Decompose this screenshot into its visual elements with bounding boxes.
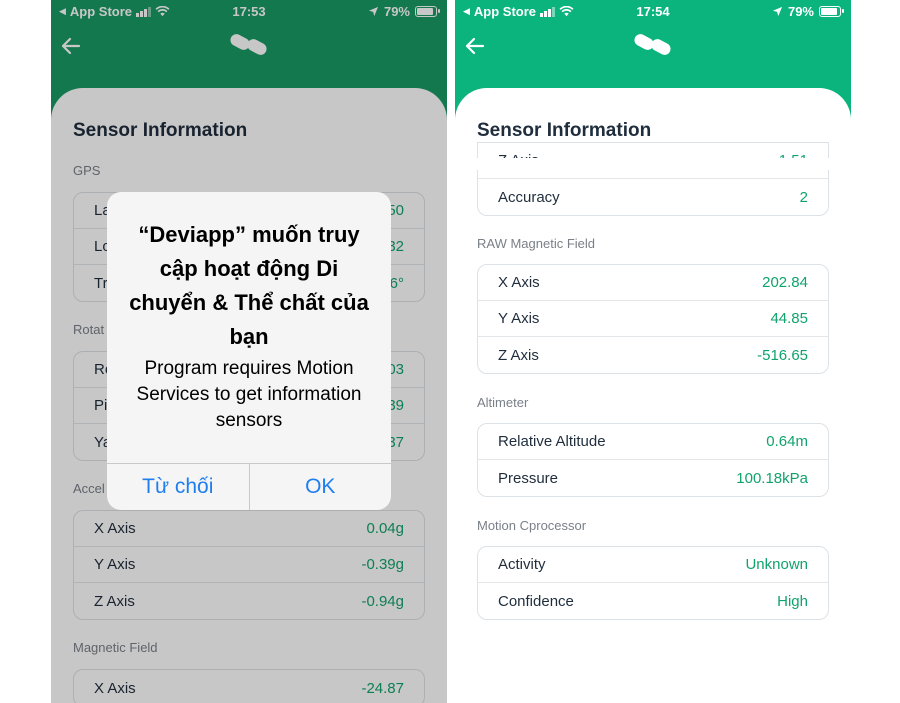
arrow-left-icon[interactable] bbox=[463, 34, 487, 58]
ok-button[interactable]: OK bbox=[248, 464, 392, 510]
scroll-edge-mask bbox=[455, 158, 851, 170]
raw-magnetic-list: X Axis 202.84 Y Axis 44.85 Z Axis -516.65 bbox=[477, 264, 829, 374]
section-raw-magnetic-field: RAW Magnetic Field bbox=[477, 236, 595, 251]
altimeter-list: Relative Altitude 0.64m Pressure 100.18kPa bbox=[477, 423, 829, 497]
list-item: Z Axis -516.65 bbox=[498, 346, 808, 364]
dialog-title: “Deviapp” muốn truy cập hoạt động Di chu… bbox=[129, 222, 369, 349]
permission-dialog: “Deviapp” muốn truy cập hoạt động Di chu… bbox=[107, 192, 391, 510]
dialog-message: Program requires Motion Services to get … bbox=[136, 358, 362, 431]
list-item: Activity Unknown bbox=[478, 547, 828, 583]
phone-screen-left: ◀ App Store 17:53 79% Sensor Information… bbox=[51, 0, 447, 703]
orientation-list: Z Axis1.51 Accuracy2 bbox=[477, 142, 829, 216]
page-title: Sensor Information bbox=[477, 120, 652, 141]
list-item: Y Axis 44.85 bbox=[478, 301, 828, 337]
dialog-buttons: Từ chối OK bbox=[107, 463, 391, 510]
deny-button[interactable]: Từ chối bbox=[107, 464, 249, 510]
status-bar: ◀ App Store 17:54 79% bbox=[455, 0, 851, 22]
list-item: Confidence High bbox=[498, 592, 808, 610]
app-logo-icon bbox=[634, 34, 671, 55]
list-item: Pressure 100.18kPa bbox=[498, 469, 808, 487]
phone-screen-right: ◀ App Store 17:54 79% Sensor Information… bbox=[455, 0, 851, 703]
list-item: X Axis 202.84 bbox=[478, 265, 828, 301]
list-item: Accuracy 2 bbox=[498, 188, 808, 206]
motion-list: Activity Unknown Confidence High bbox=[477, 546, 829, 620]
list-item: Relative Altitude 0.64m bbox=[478, 424, 828, 460]
battery-percent: 79% bbox=[787, 4, 814, 19]
section-motion-coprocessor: Motion Cprocessor bbox=[477, 518, 587, 533]
section-altimeter: Altimeter bbox=[477, 395, 529, 410]
location-arrow-icon bbox=[772, 6, 783, 17]
battery-icon bbox=[819, 6, 844, 17]
